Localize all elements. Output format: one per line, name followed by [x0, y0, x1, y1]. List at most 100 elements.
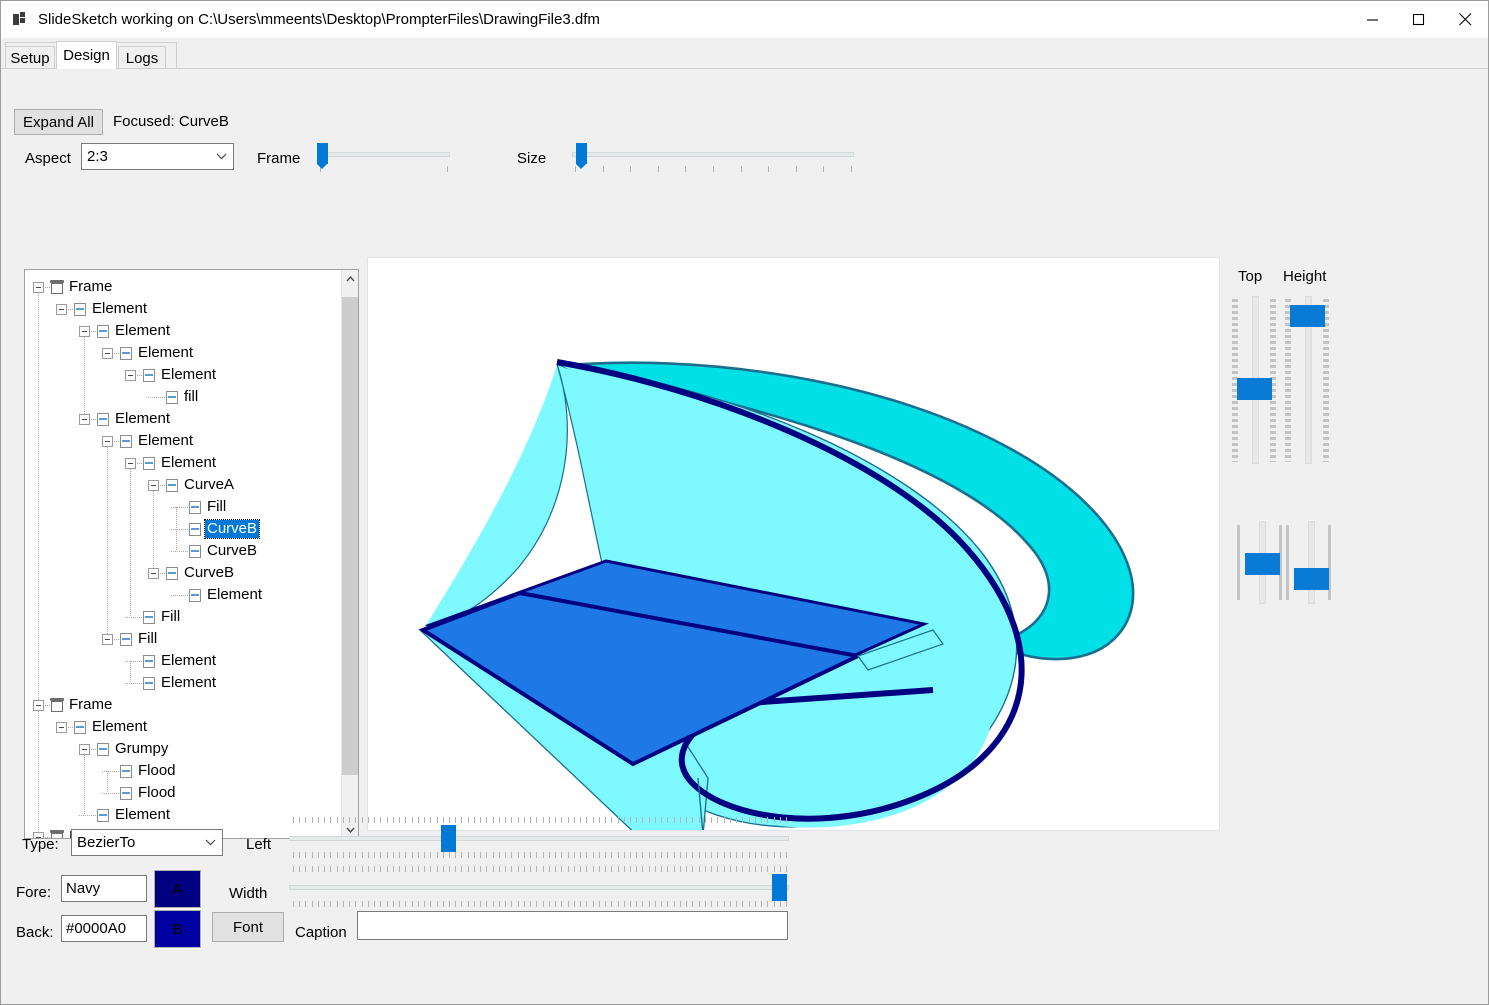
type-select[interactable]: BezierTo — [71, 829, 223, 856]
back-color-input[interactable]: #0000A0 — [61, 915, 147, 942]
secondary-slider-b-rail — [1308, 521, 1315, 604]
tree-expander-collapse-icon[interactable] — [102, 436, 113, 447]
minimize-button[interactable] — [1350, 1, 1396, 38]
tree-expander-collapse-icon[interactable] — [33, 700, 44, 711]
tree-node[interactable]: Element — [90, 716, 149, 738]
caption-input[interactable] — [357, 911, 788, 940]
font-button[interactable]: Font — [212, 912, 284, 942]
tree-node[interactable]: Element — [113, 408, 172, 430]
tree-node[interactable]: Flood — [136, 760, 178, 782]
maximize-button[interactable] — [1396, 1, 1442, 38]
left-slider-thumb[interactable] — [441, 825, 456, 852]
element-icon — [143, 369, 155, 382]
tree-expander-collapse-icon[interactable] — [102, 634, 113, 645]
height-slider-thumb[interactable] — [1290, 305, 1325, 327]
tree-node[interactable]: Element — [136, 342, 195, 364]
tree-node[interactable]: Grumpy — [113, 738, 170, 760]
left-slider[interactable] — [289, 817, 789, 869]
element-icon — [166, 479, 178, 492]
tree-connector-line — [84, 749, 85, 815]
tree-expander-collapse-icon[interactable] — [148, 568, 159, 579]
tab-setup[interactable]: Setup — [5, 46, 55, 69]
height-slider[interactable] — [1285, 296, 1329, 464]
tree-node[interactable]: Frame — [67, 694, 114, 716]
fore-color-input[interactable]: Navy — [61, 875, 147, 902]
tree-node[interactable]: Fill — [205, 496, 228, 518]
tree-connector-stub — [79, 815, 96, 816]
tree-expander-collapse-icon[interactable] — [125, 370, 136, 381]
element-icon — [120, 765, 132, 778]
tree-node[interactable]: Element — [159, 650, 218, 672]
tree-expander-collapse-icon[interactable] — [79, 326, 90, 337]
secondary-slider-b[interactable] — [1286, 525, 1330, 600]
fore-color-swatch[interactable]: A — [154, 870, 201, 908]
tree-node[interactable]: Frame — [67, 276, 114, 298]
drawing-canvas[interactable] — [367, 257, 1220, 831]
aspect-select[interactable]: 2:3 — [81, 143, 234, 170]
tree-node-label: Element — [136, 344, 195, 362]
expand-all-button[interactable]: Expand All — [14, 109, 103, 135]
tree-node[interactable]: fill — [182, 386, 200, 408]
tree-node[interactable]: Element — [136, 430, 195, 452]
width-slider-thumb[interactable] — [772, 874, 787, 901]
tree-expander-collapse-icon[interactable] — [125, 458, 136, 469]
element-icon — [74, 721, 86, 734]
tree-node-label: Fill — [205, 498, 228, 516]
top-slider[interactable] — [1232, 296, 1276, 464]
tree-scrollbar[interactable] — [341, 270, 358, 838]
secondary-slider-b-thumb[interactable] — [1294, 568, 1329, 590]
chevron-down-icon — [198, 839, 222, 846]
close-button[interactable] — [1442, 1, 1488, 38]
frame-slider-thumb[interactable] — [317, 143, 328, 164]
element-icon — [120, 787, 132, 800]
back-color-swatch[interactable]: B — [154, 910, 201, 948]
tree-node-selected[interactable]: CurveB — [205, 518, 259, 540]
tree-node[interactable]: Element — [113, 804, 172, 826]
top-slider-label: Top — [1238, 268, 1262, 285]
tree-connector-stub — [171, 595, 188, 596]
tree-node[interactable]: Element — [90, 298, 149, 320]
secondary-slider-a-thumb[interactable] — [1245, 553, 1280, 575]
tree-expander-collapse-icon[interactable] — [56, 304, 67, 315]
element-icon — [97, 325, 109, 338]
drawing-svg — [368, 258, 1219, 830]
tree-connector-line — [153, 485, 154, 573]
frame-icon — [51, 699, 63, 712]
tab-design[interactable]: Design — [56, 41, 117, 69]
tree-node[interactable]: Element — [159, 672, 218, 694]
tree-expander-collapse-icon[interactable] — [33, 282, 44, 293]
tree-node-label: CurveB — [182, 564, 236, 582]
tree-node-label: Frame — [67, 278, 114, 296]
tree-expander-collapse-icon[interactable] — [56, 722, 67, 733]
tree-node[interactable]: CurveB — [182, 562, 236, 584]
tree-node[interactable]: Element — [159, 452, 218, 474]
tree-node[interactable]: Fill — [159, 606, 182, 628]
tree-expander-collapse-icon[interactable] — [102, 348, 113, 359]
scroll-up-icon[interactable] — [342, 270, 359, 287]
tree-node-label: Element — [136, 432, 195, 450]
frame-slider-ticks — [320, 166, 448, 172]
element-tree[interactable]: FrameElementElementElementElementfillEle… — [24, 269, 359, 839]
secondary-slider-a[interactable] — [1237, 525, 1281, 600]
tree-node[interactable]: CurveA — [182, 474, 236, 496]
tree-node[interactable]: Fill — [136, 628, 159, 650]
scrollbar-thumb[interactable] — [342, 297, 359, 775]
tree-node[interactable]: CurveB — [205, 540, 259, 562]
tree-node[interactable]: Element — [205, 584, 264, 606]
size-slider[interactable] — [572, 141, 854, 173]
tree-node-label: Element — [113, 322, 172, 340]
tree-expander-collapse-icon[interactable] — [79, 414, 90, 425]
tab-logs[interactable]: Logs — [118, 46, 166, 69]
frame-slider[interactable] — [317, 141, 450, 173]
tree-expander-collapse-icon[interactable] — [79, 744, 90, 755]
top-slider-thumb[interactable] — [1237, 378, 1272, 400]
element-icon — [143, 611, 155, 624]
tree-node[interactable]: Element — [113, 320, 172, 342]
tree-expander-collapse-icon[interactable] — [148, 480, 159, 491]
tree-node[interactable]: Element — [159, 364, 218, 386]
element-icon — [189, 523, 201, 536]
size-slider-thumb[interactable] — [576, 143, 587, 164]
tree-node-label: CurveB — [205, 520, 259, 538]
left-slider-ticks-top — [293, 817, 787, 823]
tree-node[interactable]: Flood — [136, 782, 178, 804]
